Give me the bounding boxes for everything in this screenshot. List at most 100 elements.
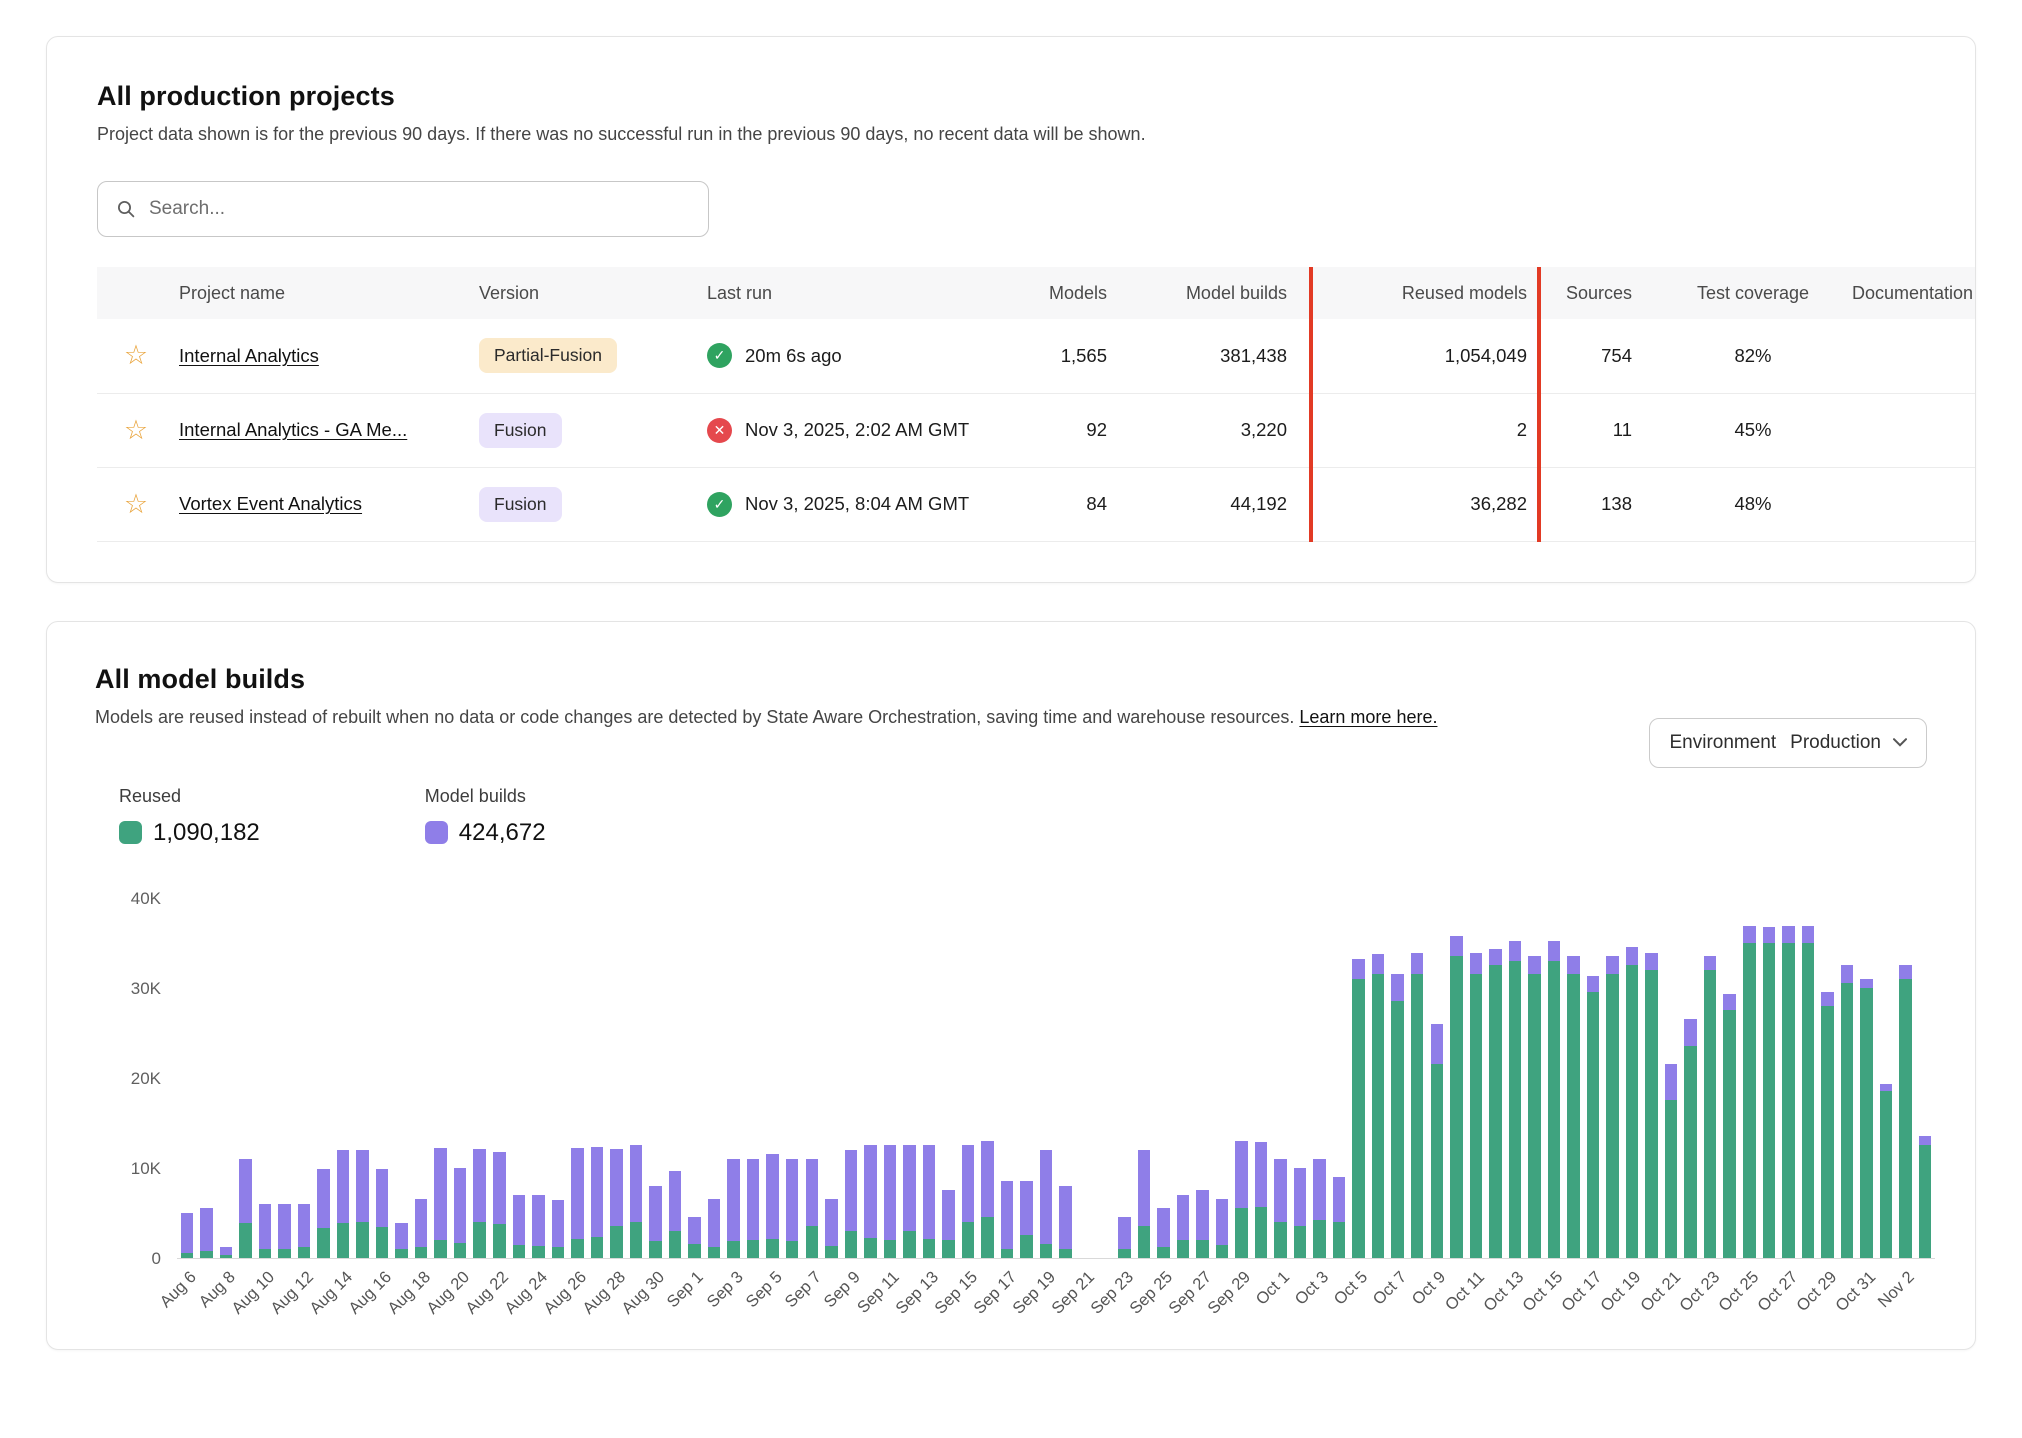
bar-slot: Oct 23 bbox=[1700, 899, 1720, 1258]
legend-swatch-model-builds bbox=[425, 821, 448, 844]
bar-reused-segment bbox=[1587, 992, 1600, 1258]
bar-slot: Oct 5 bbox=[1349, 899, 1369, 1258]
x-tick-label: Aug 12 bbox=[267, 1268, 317, 1318]
bar-reused-segment bbox=[1450, 956, 1463, 1258]
x-tick-label: Aug 18 bbox=[384, 1268, 434, 1318]
bar-builds-segment bbox=[259, 1204, 272, 1249]
bar-slot: Sep 23 bbox=[1115, 899, 1135, 1258]
environment-select[interactable]: Environment Production bbox=[1649, 718, 1927, 768]
bar-reused-segment bbox=[1919, 1145, 1932, 1258]
bar-reused-segment bbox=[1431, 1064, 1444, 1258]
bar-slot: Sep 11 bbox=[880, 899, 900, 1258]
favorite-star-icon[interactable]: ☆ bbox=[124, 340, 148, 370]
bar-reused-segment bbox=[708, 1247, 721, 1258]
test-coverage-cell: 45% bbox=[1658, 393, 1848, 467]
bar-reused-segment bbox=[1880, 1091, 1893, 1258]
x-tick-label: Sep 27 bbox=[1165, 1268, 1215, 1318]
version-badge: Fusion bbox=[479, 487, 562, 522]
bar-slot: Aug 28 bbox=[607, 899, 627, 1258]
column-header-star bbox=[97, 267, 175, 319]
learn-more-link[interactable]: Learn more here. bbox=[1299, 707, 1437, 727]
bar-slot bbox=[1095, 899, 1115, 1258]
bar-builds-segment bbox=[1684, 1019, 1697, 1046]
bar-reused-segment bbox=[1645, 970, 1658, 1258]
favorite-star-icon[interactable]: ☆ bbox=[124, 415, 148, 445]
bar-reused-segment bbox=[1743, 943, 1756, 1258]
production-projects-card: All production projects Project data sho… bbox=[46, 36, 1976, 583]
bar-reused-segment bbox=[1235, 1208, 1248, 1258]
bar-builds-segment bbox=[1548, 941, 1561, 961]
version-badge: Fusion bbox=[479, 413, 562, 448]
bar-builds-segment bbox=[1606, 956, 1619, 974]
bar-reused-segment bbox=[1020, 1235, 1033, 1258]
bar-reused-segment bbox=[473, 1222, 486, 1257]
bar-slot bbox=[1447, 899, 1467, 1258]
model-builds-cell: 381,438 bbox=[1133, 319, 1313, 393]
bar-builds-segment bbox=[1704, 956, 1717, 970]
bar-slot: Sep 1 bbox=[685, 899, 705, 1258]
bar-builds-segment bbox=[1450, 936, 1463, 956]
project-name-link[interactable]: Internal Analytics - GA Me... bbox=[179, 419, 407, 440]
model-builds-chart: 010K20K30K40K Aug 6Aug 8Aug 10Aug 12Aug … bbox=[101, 899, 1935, 1259]
bar-reused-segment bbox=[1411, 974, 1424, 1258]
bar-builds-segment bbox=[1040, 1150, 1053, 1245]
bar-slot bbox=[1681, 899, 1701, 1258]
bar-reused-segment bbox=[1821, 1006, 1834, 1258]
bar-reused-segment bbox=[434, 1240, 447, 1258]
bar-builds-segment bbox=[1274, 1159, 1287, 1222]
column-header-project-name: Project name bbox=[175, 267, 475, 319]
bar-builds-segment bbox=[376, 1169, 389, 1227]
bar-builds-segment bbox=[649, 1186, 662, 1242]
x-tick-label: Aug 16 bbox=[345, 1268, 395, 1318]
bar-slot: Oct 9 bbox=[1427, 899, 1447, 1258]
x-tick-label: Sep 7 bbox=[781, 1268, 825, 1312]
bar-reused-segment bbox=[649, 1241, 662, 1257]
column-header-model-builds: Model builds bbox=[1133, 267, 1313, 319]
model-builds-cell: 44,192 bbox=[1133, 467, 1313, 541]
bar-reused-segment bbox=[1333, 1222, 1346, 1258]
legend-label-reused: Reused bbox=[119, 786, 260, 807]
bar-builds-segment bbox=[1294, 1168, 1307, 1227]
bar-builds-segment bbox=[610, 1149, 623, 1226]
search-input[interactable] bbox=[149, 198, 690, 220]
table-row: ☆Internal AnalyticsPartial-Fusion✓20m 6s… bbox=[97, 319, 1975, 393]
x-tick-label: Sep 17 bbox=[970, 1268, 1020, 1318]
bar-slot: Oct 21 bbox=[1661, 899, 1681, 1258]
bar-reused-segment bbox=[571, 1239, 584, 1258]
bar-builds-segment bbox=[786, 1159, 799, 1242]
test-coverage-cell: 48% bbox=[1658, 467, 1848, 541]
environment-label: Environment bbox=[1669, 732, 1776, 754]
run-success-icon: ✓ bbox=[707, 492, 732, 517]
bar-reused-segment bbox=[337, 1223, 350, 1257]
bar-builds-segment bbox=[571, 1148, 584, 1239]
table-body: ☆Internal AnalyticsPartial-Fusion✓20m 6s… bbox=[97, 319, 1975, 541]
column-header-documentation: Documentation bbox=[1848, 267, 1975, 319]
bar-reused-segment bbox=[200, 1251, 213, 1257]
x-tick-label: Oct 23 bbox=[1676, 1268, 1724, 1316]
bar-reused-segment bbox=[981, 1217, 994, 1258]
x-tick-label: Aug 22 bbox=[462, 1268, 512, 1318]
column-header-reused-models: Reused models bbox=[1313, 267, 1553, 319]
bar-reused-segment bbox=[278, 1249, 291, 1258]
bar-builds-segment bbox=[1431, 1024, 1444, 1065]
bar-slot bbox=[1056, 899, 1076, 1258]
bar-builds-segment bbox=[1763, 927, 1776, 942]
bar-reused-segment bbox=[395, 1249, 408, 1257]
bar-reused-segment bbox=[591, 1237, 604, 1258]
chart-legend: Reused 1,090,182 Model builds 424,672 bbox=[119, 786, 1975, 847]
bar-builds-segment bbox=[747, 1159, 760, 1241]
x-tick-label: Oct 15 bbox=[1520, 1268, 1568, 1316]
bar-slot: Aug 24 bbox=[529, 899, 549, 1258]
bar-slot bbox=[1564, 899, 1584, 1258]
bar-builds-segment bbox=[1821, 992, 1834, 1006]
project-name-link[interactable]: Internal Analytics bbox=[179, 345, 319, 366]
bar-builds-segment bbox=[1411, 953, 1424, 974]
projects-table-grid: Project nameVersionLast runModelsModel b… bbox=[97, 267, 1975, 542]
bar-slot bbox=[1368, 899, 1388, 1258]
favorite-star-icon[interactable]: ☆ bbox=[124, 489, 148, 519]
bar-slot bbox=[353, 899, 373, 1258]
bar-builds-segment bbox=[454, 1168, 467, 1244]
project-name-link[interactable]: Vortex Event Analytics bbox=[179, 493, 362, 514]
bar-slot bbox=[392, 899, 412, 1258]
bar-slot: Aug 26 bbox=[568, 899, 588, 1258]
